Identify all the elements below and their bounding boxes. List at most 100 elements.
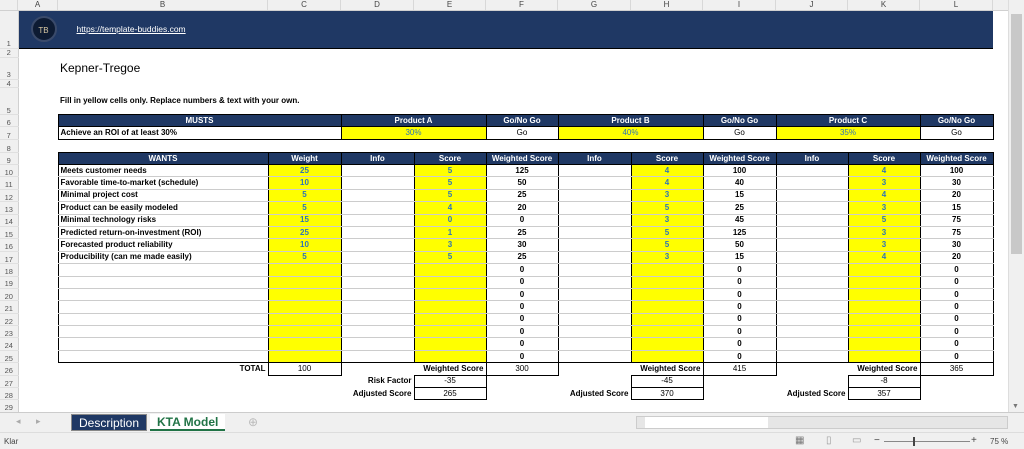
- score-input[interactable]: 5: [630, 226, 704, 240]
- cell[interactable]: [558, 140, 631, 153]
- row-header[interactable]: 29: [0, 399, 19, 413]
- info-input[interactable]: [557, 276, 632, 289]
- cell[interactable]: [776, 48, 848, 57]
- score-input[interactable]: [413, 263, 487, 277]
- must-value-input[interactable]: 30%: [340, 126, 487, 140]
- score-input[interactable]: 4: [847, 251, 921, 265]
- info-input[interactable]: [340, 313, 415, 327]
- row-header[interactable]: 25: [0, 350, 19, 364]
- score-input[interactable]: 5: [847, 214, 921, 227]
- column-header[interactable]: B: [58, 0, 268, 10]
- row-header[interactable]: 26: [0, 362, 19, 376]
- cell[interactable]: [18, 301, 58, 313]
- cell[interactable]: [18, 264, 58, 276]
- score-input[interactable]: [847, 313, 921, 327]
- score-input[interactable]: [847, 276, 921, 289]
- info-input[interactable]: [340, 226, 415, 240]
- row-header[interactable]: 10: [0, 164, 19, 178]
- cell[interactable]: [414, 48, 486, 57]
- cell[interactable]: [631, 48, 703, 57]
- weight-input[interactable]: 10: [267, 238, 342, 252]
- row-header[interactable]: 4: [0, 79, 19, 88]
- row-header[interactable]: 16: [0, 238, 19, 252]
- weight-input[interactable]: 5: [267, 189, 342, 203]
- info-input[interactable]: [340, 201, 415, 215]
- want-criterion[interactable]: [57, 313, 268, 327]
- cell[interactable]: [486, 140, 558, 153]
- info-input[interactable]: [340, 189, 415, 203]
- cell[interactable]: [848, 140, 920, 153]
- score-input[interactable]: [847, 337, 921, 351]
- cell[interactable]: [18, 115, 58, 127]
- cell[interactable]: [920, 57, 993, 79]
- scroll-down-icon[interactable]: ▼: [1012, 403, 1019, 410]
- weight-input[interactable]: 10: [267, 176, 342, 190]
- cell[interactable]: [776, 79, 848, 88]
- row-header[interactable]: 22: [0, 313, 19, 327]
- info-input[interactable]: [557, 214, 632, 227]
- cell[interactable]: [18, 350, 58, 362]
- score-input[interactable]: [847, 350, 921, 364]
- sheet-tab-description[interactable]: Description: [71, 414, 148, 431]
- row-header[interactable]: 6: [0, 114, 19, 127]
- cell[interactable]: [268, 400, 341, 412]
- sheet-tab-kta-model[interactable]: KTA Model: [150, 414, 226, 431]
- cell[interactable]: [920, 140, 993, 153]
- score-input[interactable]: [630, 350, 704, 364]
- score-input[interactable]: [413, 337, 487, 351]
- want-criterion[interactable]: [57, 263, 268, 277]
- info-input[interactable]: [340, 288, 415, 302]
- info-input[interactable]: [557, 300, 632, 314]
- score-input[interactable]: 5: [630, 201, 704, 215]
- want-criterion[interactable]: [57, 276, 268, 289]
- cell[interactable]: [703, 79, 776, 88]
- info-input[interactable]: [775, 300, 849, 314]
- cell[interactable]: [486, 375, 558, 387]
- cell[interactable]: [18, 288, 58, 300]
- row-header[interactable]: 3: [0, 57, 19, 80]
- cell[interactable]: [58, 48, 268, 57]
- column-header[interactable]: L: [920, 0, 993, 10]
- cell[interactable]: [268, 140, 341, 153]
- score-input[interactable]: 4: [847, 164, 921, 178]
- cell[interactable]: [341, 88, 414, 115]
- cell[interactable]: [18, 214, 58, 226]
- score-input[interactable]: 3: [630, 189, 704, 203]
- cell[interactable]: [486, 88, 558, 115]
- score-input[interactable]: 3: [847, 238, 921, 252]
- cell[interactable]: [631, 140, 703, 153]
- cell[interactable]: [703, 88, 776, 115]
- score-input[interactable]: 3: [847, 201, 921, 215]
- info-input[interactable]: [775, 276, 849, 289]
- cell[interactable]: [631, 400, 703, 412]
- cell[interactable]: [848, 88, 920, 115]
- weight-input[interactable]: [267, 350, 342, 364]
- info-input[interactable]: [340, 238, 415, 252]
- row-header[interactable]: 13: [0, 201, 19, 215]
- want-criterion[interactable]: Minimal technology risks: [57, 214, 268, 227]
- score-input[interactable]: [847, 288, 921, 302]
- info-input[interactable]: [775, 325, 849, 339]
- want-criterion[interactable]: [57, 337, 268, 351]
- cell[interactable]: [18, 57, 58, 79]
- info-input[interactable]: [557, 350, 632, 364]
- cell[interactable]: [18, 189, 58, 201]
- tab-scroll-right-icon[interactable]: ▸: [36, 416, 41, 427]
- info-input[interactable]: [775, 164, 849, 178]
- cell[interactable]: [486, 400, 558, 412]
- column-header[interactable]: G: [558, 0, 631, 10]
- cell[interactable]: [558, 48, 631, 57]
- risk-factor-input[interactable]: -35: [413, 374, 487, 389]
- row-header[interactable]: 27: [0, 375, 19, 389]
- weight-input[interactable]: [267, 325, 342, 339]
- cell[interactable]: [558, 79, 631, 88]
- score-input[interactable]: [413, 325, 487, 339]
- cell[interactable]: [341, 140, 414, 153]
- cell[interactable]: [631, 88, 703, 115]
- cell[interactable]: [703, 140, 776, 153]
- score-input[interactable]: 3: [847, 176, 921, 190]
- info-input[interactable]: [775, 288, 849, 302]
- row-header[interactable]: 20: [0, 288, 19, 302]
- cell[interactable]: [268, 388, 341, 400]
- row-header[interactable]: 21: [0, 300, 19, 314]
